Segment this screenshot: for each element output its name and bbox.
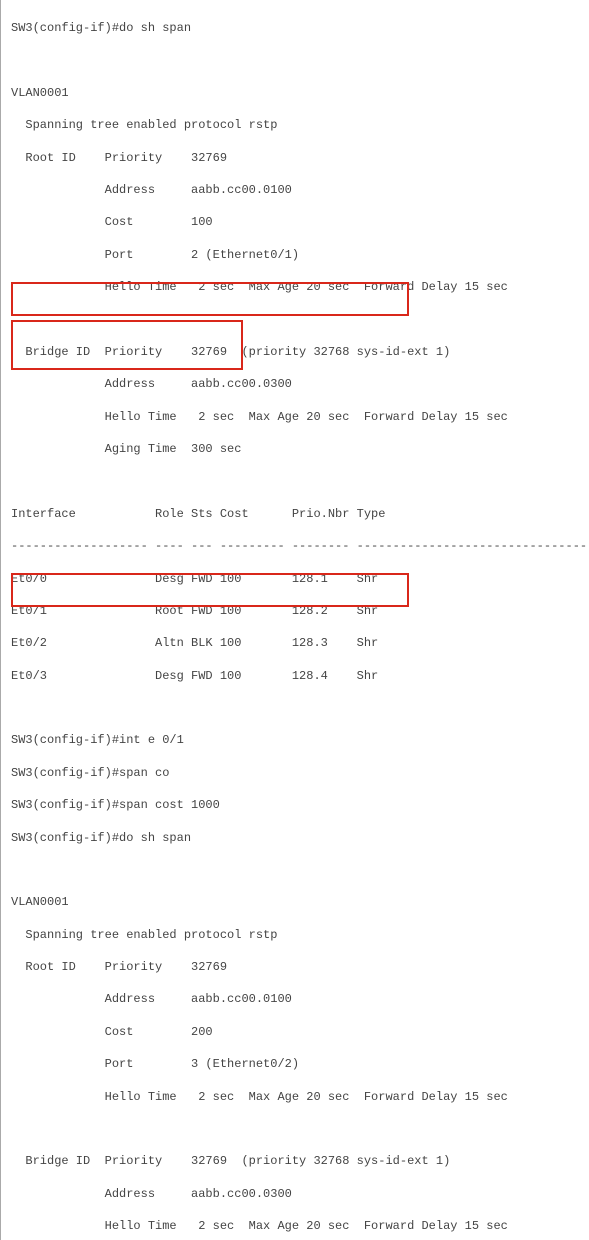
bridge-priority: Bridge ID Priority 32769 (priority 32768…: [11, 1153, 583, 1169]
stp-protocol: Spanning tree enabled protocol rstp: [11, 117, 583, 133]
table-row: Et0/3 Desg FWD 100 128.4 Shr: [11, 668, 583, 684]
blank-line: [11, 1121, 583, 1137]
interface-header: Interface Role Sts Cost Prio.Nbr Type: [11, 506, 583, 522]
root-address: Address aabb.cc00.0100: [11, 182, 583, 198]
cli-prompt[interactable]: SW3(config-if)#do sh span: [11, 20, 583, 36]
table-row: Et0/0 Desg FWD 100 128.1 Shr: [11, 571, 583, 587]
cli-prompt[interactable]: SW3(config-if)#span co: [11, 765, 583, 781]
bridge-address: Address aabb.cc00.0300: [11, 1186, 583, 1202]
root-hello: Hello Time 2 sec Max Age 20 sec Forward …: [11, 1089, 583, 1105]
cli-prompt[interactable]: SW3(config-if)#span cost 1000: [11, 797, 583, 813]
root-priority: Root ID Priority 32769: [11, 959, 583, 975]
root-cost: Cost 200: [11, 1024, 583, 1040]
cli-prompt[interactable]: SW3(config-if)#int e 0/1: [11, 732, 583, 748]
vlan-id: VLAN0001: [11, 85, 583, 101]
root-priority: Root ID Priority 32769: [11, 150, 583, 166]
bridge-aging: Aging Time 300 sec: [11, 441, 583, 457]
blank-line: [11, 53, 583, 69]
bridge-address: Address aabb.cc00.0300: [11, 376, 583, 392]
root-cost: Cost 100: [11, 214, 583, 230]
root-address: Address aabb.cc00.0100: [11, 991, 583, 1007]
table-row: Et0/2 Altn BLK 100 128.3 Shr: [11, 635, 583, 651]
root-port: Port 2 (Ethernet0/1): [11, 247, 583, 263]
bridge-priority: Bridge ID Priority 32769 (priority 32768…: [11, 344, 583, 360]
bridge-hello: Hello Time 2 sec Max Age 20 sec Forward …: [11, 1218, 583, 1234]
blank-line: [11, 862, 583, 878]
blank-line: [11, 312, 583, 328]
table-row: Et0/1 Root FWD 100 128.2 Shr: [11, 603, 583, 619]
root-hello: Hello Time 2 sec Max Age 20 sec Forward …: [11, 279, 583, 295]
bridge-hello: Hello Time 2 sec Max Age 20 sec Forward …: [11, 409, 583, 425]
terminal-output: SW3(config-if)#do sh span VLAN0001 Spann…: [0, 0, 589, 1240]
root-port: Port 3 (Ethernet0/2): [11, 1056, 583, 1072]
stp-protocol: Spanning tree enabled protocol rstp: [11, 927, 583, 943]
vlan-id: VLAN0001: [11, 894, 583, 910]
blank-line: [11, 473, 583, 489]
cli-prompt[interactable]: SW3(config-if)#do sh span: [11, 830, 583, 846]
blank-line: [11, 700, 583, 716]
divider: ------------------- ---- --- --------- -…: [11, 538, 583, 554]
